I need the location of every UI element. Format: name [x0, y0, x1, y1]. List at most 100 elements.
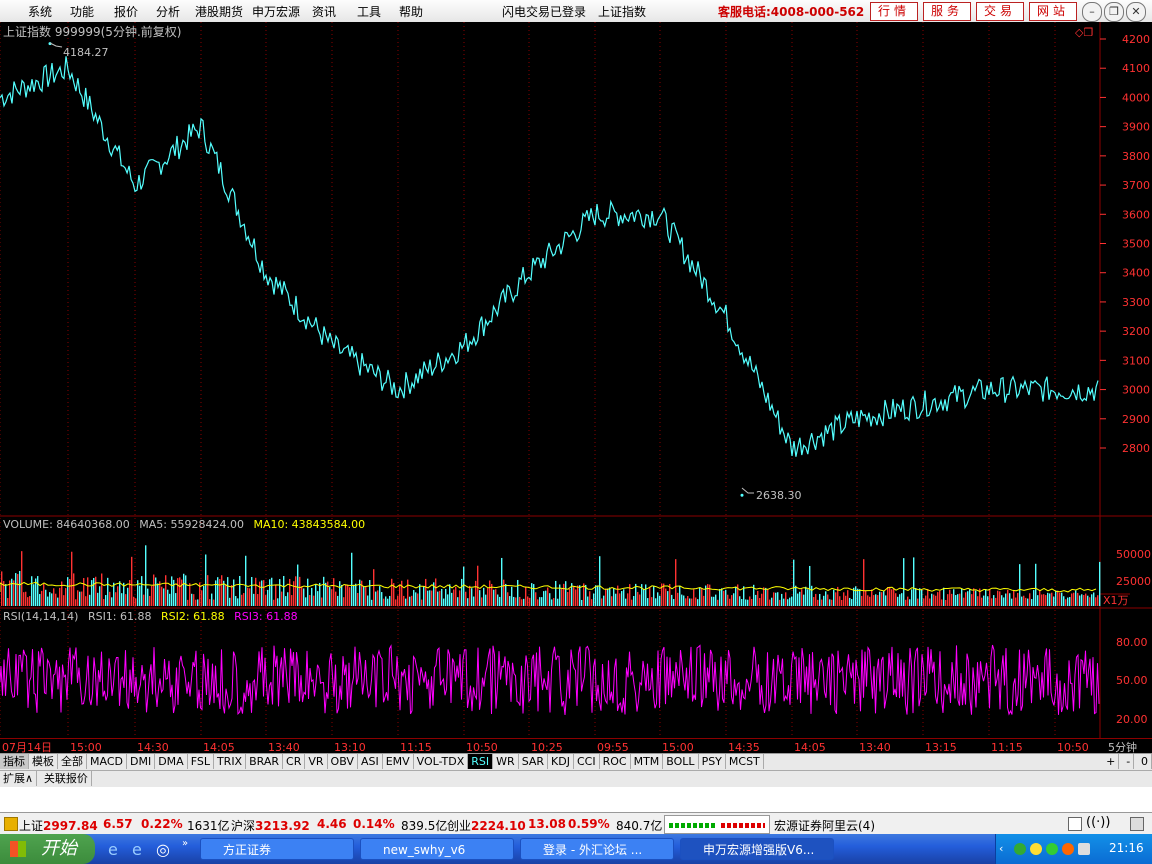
ie-icon[interactable]: e — [108, 840, 118, 859]
indicator-tab-roc[interactable]: ROC — [600, 754, 631, 769]
volume-bar — [423, 586, 425, 606]
tray-icon-1[interactable] — [1014, 843, 1026, 855]
menu-system[interactable]: 系统 — [28, 3, 52, 20]
tray-icon-4[interactable] — [1062, 843, 1074, 855]
volume-bar — [589, 591, 591, 606]
server-name[interactable]: 宏源证券阿里云(4) — [774, 817, 875, 834]
tray-icon-5[interactable] — [1078, 843, 1090, 855]
indicator-tab-vr[interactable]: VR — [305, 754, 328, 769]
tray-icon-2[interactable] — [1030, 843, 1042, 855]
indicator-tab-brar[interactable]: BRAR — [246, 754, 284, 769]
volume-bar — [659, 595, 661, 606]
close-icon[interactable]: ✕ — [1126, 2, 1146, 22]
chart-area[interactable]: 上证指数 999999(5分钟.前复权) ◇❐ 4184.27 2638.30 … — [0, 22, 1152, 738]
indicator-tab-sar[interactable]: SAR — [519, 754, 549, 769]
volume-bar — [7, 598, 9, 606]
volume-bar — [603, 595, 605, 606]
volume-bar — [225, 585, 227, 606]
volume-bar — [903, 558, 905, 606]
indicator-tab-全部[interactable]: 全部 — [58, 754, 87, 769]
volume-bar — [767, 588, 769, 606]
menu-analysis[interactable]: 分析 — [156, 3, 180, 20]
start-button[interactable]: 开始 — [0, 834, 95, 864]
hs-label: 沪深 — [231, 819, 256, 833]
indicator-tab-psy[interactable]: PSY — [699, 754, 726, 769]
period-label[interactable]: 5分钟 — [1108, 740, 1137, 754]
volume-bar — [1061, 592, 1063, 606]
indicator-tab-cr[interactable]: CR — [283, 754, 306, 769]
volume-bar — [729, 598, 731, 606]
volume-bar — [955, 595, 957, 606]
restore-icon[interactable]: ❐ — [1104, 2, 1124, 22]
signal-icon[interactable]: ((·)) — [1086, 815, 1110, 830]
volume-bar — [645, 584, 647, 606]
minimize-icon[interactable]: – — [1082, 2, 1102, 22]
market-button[interactable]: 行情 — [870, 2, 918, 21]
indicator-tab-mtm[interactable]: MTM — [631, 754, 664, 769]
task-swhy-enhanced[interactable]: 申万宏源增强版V6... — [680, 838, 834, 860]
indicator-tab-cci[interactable]: CCI — [574, 754, 600, 769]
volume-bar — [471, 588, 473, 606]
trade-button[interactable]: 交易 — [976, 2, 1024, 21]
menu-quote[interactable]: 报价 — [114, 3, 138, 20]
indicator-tab-emv[interactable]: EMV — [383, 754, 414, 769]
volume-bar — [305, 597, 307, 606]
indicator-tab-mcst[interactable]: MCST — [726, 754, 764, 769]
quicklaunch-more-icon[interactable]: » — [182, 838, 188, 849]
menu-hk-futures[interactable]: 港股期货 — [195, 3, 243, 20]
website-button[interactable]: 网站 — [1029, 2, 1077, 21]
expand-tab[interactable]: 扩展∧ — [0, 771, 38, 786]
price-tick-label: 3500 — [1122, 238, 1150, 251]
ie-icon-2[interactable]: e — [132, 840, 142, 859]
volume-bar — [43, 583, 45, 606]
volume-bar — [265, 595, 267, 606]
menu-info[interactable]: 资讯 — [312, 3, 336, 20]
volume-bar — [605, 588, 607, 606]
indicator-tab-obv[interactable]: OBV — [328, 754, 358, 769]
indicator-tab-trix[interactable]: TRIX — [214, 754, 247, 769]
related-quote-tab[interactable]: 关联报价 — [41, 771, 92, 786]
volume-bar — [821, 599, 823, 606]
indicator-tab-dma[interactable]: DMA — [155, 754, 188, 769]
indicator-tab-指标[interactable]: 指标 — [0, 754, 29, 769]
indicator-tab-rsi[interactable]: RSI — [468, 754, 494, 769]
window-icon[interactable] — [1068, 817, 1082, 831]
indicator-tab-kdj[interactable]: KDJ — [548, 754, 574, 769]
indicator-tab-vol-tdx[interactable]: VOL-TDX — [414, 754, 469, 769]
task-fangzheng[interactable]: 方正证券 — [200, 838, 354, 860]
volume-bar — [521, 599, 523, 606]
volume-bar — [195, 599, 197, 606]
volume-bar — [201, 590, 203, 606]
volume-bar — [269, 579, 271, 606]
service-button[interactable]: 服务 — [923, 2, 971, 21]
indicator-tab-dmi[interactable]: DMI — [127, 754, 156, 769]
rsi-tick-50: 50.00 — [1116, 674, 1148, 687]
indicator-tab-boll[interactable]: BOLL — [663, 754, 699, 769]
task-new-swhy[interactable]: new_swhy_v6 — [360, 838, 514, 860]
volume-bar — [515, 597, 517, 606]
volume-bar — [1089, 597, 1091, 606]
volume-bar — [749, 596, 751, 606]
menu-swhy[interactable]: 申万宏源 — [252, 3, 300, 20]
menu-function[interactable]: 功能 — [70, 3, 94, 20]
indicator-tab-asi[interactable]: ASI — [358, 754, 383, 769]
volume-bar — [467, 598, 469, 606]
task-login-forum[interactable]: 登录 - 外汇论坛 ... — [520, 838, 674, 860]
settings-icon[interactable] — [1130, 817, 1144, 831]
indicator-tab-模板[interactable]: 模板 — [29, 754, 58, 769]
volume-bar — [349, 587, 351, 606]
corner-icons[interactable]: ◇❐ — [1075, 26, 1093, 39]
lock-icon[interactable] — [4, 817, 18, 831]
tray-arrow-icon[interactable]: ‹ — [999, 842, 1003, 855]
zoom-in-button[interactable]: + — [1103, 754, 1120, 769]
indicator-tab-wr[interactable]: WR — [493, 754, 519, 769]
menu-help[interactable]: 帮助 — [399, 3, 423, 20]
zoom-out-button[interactable]: - — [1123, 754, 1135, 769]
indicator-tab-macd[interactable]: MACD — [87, 754, 127, 769]
tray-icon-3[interactable] — [1046, 843, 1058, 855]
app-icon[interactable]: ◎ — [156, 840, 170, 859]
kline-chart[interactable]: 上证指数 999999(5分钟.前复权) ◇❐ 4184.27 2638.30 … — [0, 22, 1152, 738]
indicator-tab-fsl[interactable]: FSL — [188, 754, 214, 769]
menu-tools[interactable]: 工具 — [357, 3, 381, 20]
zoom-reset-button[interactable]: 0 — [1138, 754, 1152, 769]
